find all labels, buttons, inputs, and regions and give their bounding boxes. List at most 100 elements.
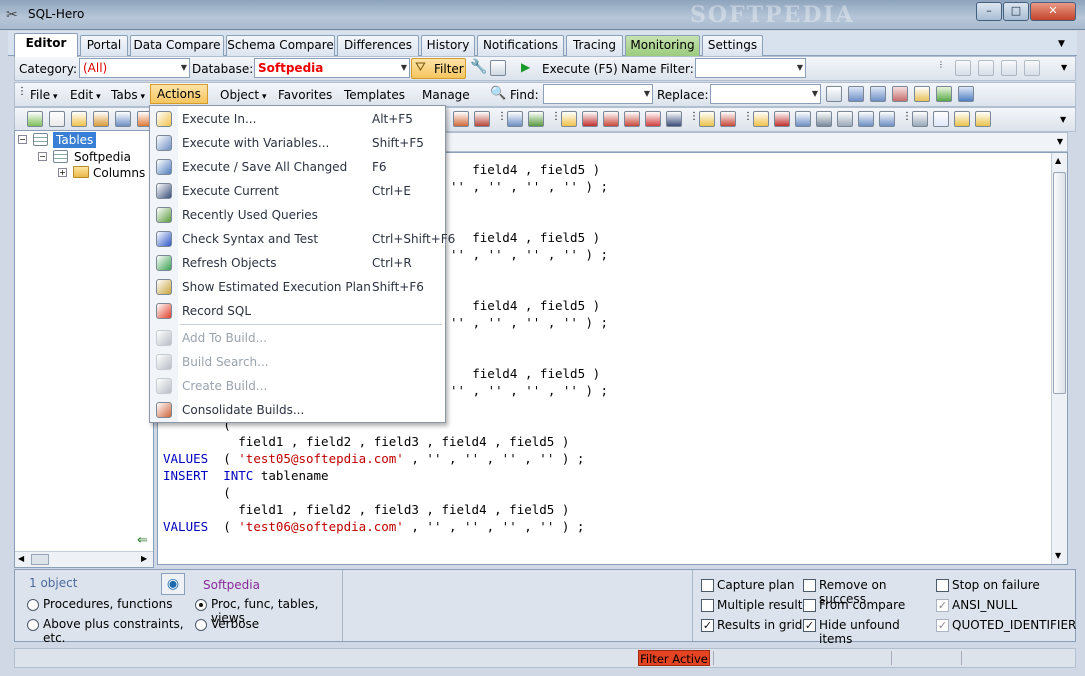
grid-icon[interactable] [115,111,131,127]
checkbox-box[interactable]: ✓ [701,619,714,632]
find-next-icon[interactable] [848,86,864,102]
checkbox-box[interactable]: ✓ [803,619,816,632]
toolbar-overflow-icon[interactable]: ▼ [1061,63,1067,72]
delete-icon[interactable] [582,111,598,127]
tree-hscrollbar[interactable]: ◀ ▶ [15,551,153,567]
remove-icon[interactable] [603,111,619,127]
highlight-icon[interactable] [914,86,930,102]
run-step-icon[interactable] [816,111,832,127]
tab-overflow-icon[interactable]: ▼ [1058,39,1065,49]
filter-button[interactable]: ⛛ Filter [411,58,466,79]
menu-item-execute-with-variables[interactable]: Execute with Variables... Shift+F5 [150,131,445,155]
tab-schema-compare[interactable]: Schema Compare [226,35,335,56]
radio-proc-func-tables[interactable]: Proc, func, tables, views [195,597,355,625]
menu-tabs[interactable]: Tabs ▾ [103,86,148,104]
scroll-down-icon[interactable]: ▼ [1055,551,1061,560]
editor-overflow-icon[interactable]: ▼ [1057,137,1063,146]
menu-actions[interactable]: Actions ▾ [150,84,208,121]
menu-item-check-syntax-and-test[interactable]: Check Syntax and Test Ctrl+Shift+F6 [150,227,455,251]
find-all-icon[interactable] [892,86,908,102]
scroll-up-icon[interactable]: ▲ [1055,156,1061,165]
tab-settings[interactable]: Settings [702,35,763,56]
tab-history[interactable]: History [421,35,475,56]
menu-item-recently-used-queries[interactable]: Recently Used Queries [150,203,445,227]
tab-portal[interactable]: Portal [80,35,128,56]
undo-icon[interactable] [774,111,790,127]
checkbox-box[interactable]: ✓ [936,619,949,632]
globe-icon[interactable]: ◉ [161,573,185,595]
nav-last-icon[interactable] [1024,60,1040,76]
nav-first-icon[interactable] [955,60,971,76]
paste-icon[interactable] [954,111,970,127]
radio-circle[interactable] [27,599,39,611]
menu-item-execute-in[interactable]: Execute In... Alt+F5 [150,107,445,131]
checkbox-from-compare[interactable]: From compare [803,598,933,614]
database-select[interactable]: Softpedia ▼ [254,58,410,78]
refresh-icon[interactable] [27,111,43,127]
upload-icon[interactable] [453,111,469,127]
name-filter-select[interactable]: ▼ [695,58,806,78]
radio-procedures[interactable]: Procedures, functions [27,597,187,613]
collapse-panel-icon[interactable]: ⇐ [137,533,148,548]
tab-tracing[interactable]: Tracing [566,35,623,56]
checkbox-box[interactable] [936,579,949,592]
tab-data-compare[interactable]: Data Compare [130,35,224,56]
tab-monitoring[interactable]: Monitoring [625,35,700,56]
tree-expand-icon[interactable]: + [58,168,67,177]
redo-icon[interactable] [795,111,811,127]
bookmark-icon[interactable] [936,86,952,102]
scroll-right-icon[interactable]: ▶ [141,554,147,563]
checkbox-hide-unfound-items[interactable]: ✓ Hide unfound items [803,618,933,646]
toolbar-overflow-icon[interactable]: ▼ [1060,115,1066,124]
tree-collapse-icon[interactable]: − [18,135,27,144]
checkbox-box[interactable]: ✓ [936,599,949,612]
checkbox-box[interactable] [701,599,714,612]
editor-scroll-thumb[interactable] [1053,172,1066,394]
menu-item-record-sql[interactable]: Record SQL [150,299,445,323]
play-icon[interactable]: ▶ [521,60,530,74]
checkbox-quoted-identifier[interactable]: ✓ QUOTED_IDENTIFIER [936,618,1076,634]
category-select[interactable]: (All) ▼ [79,58,190,78]
radio-circle[interactable] [195,599,207,611]
sql-icon[interactable] [49,111,65,127]
scroll-thumb[interactable] [31,554,49,565]
compare-icon[interactable] [528,111,544,127]
menu-file[interactable]: File ▾ [22,86,60,104]
remove-all-icon[interactable] [624,111,640,127]
properties-icon[interactable] [720,111,736,127]
script-icon[interactable] [879,111,895,127]
menu-item-consolidate-builds[interactable]: Consolidate Builds... [150,398,445,422]
replace-input[interactable]: ▼ [710,84,821,104]
radio-circle[interactable] [27,619,39,631]
radio-above-plus[interactable]: Above plus constraints, etc. [27,617,197,645]
close-button[interactable]: ✕ [1030,2,1076,21]
find-prev-icon[interactable] [870,86,886,102]
object-icon[interactable] [93,111,109,127]
download-icon[interactable] [474,111,490,127]
text-az-icon[interactable] [837,111,853,127]
tree-node-tables[interactable]: Tables [53,132,97,148]
cut-icon[interactable] [912,111,928,127]
radio-circle[interactable] [195,619,207,631]
menu-item-show-estimated-execution-plan[interactable]: Show Estimated Execution Plan Shift+F6 [150,275,445,299]
maximize-button[interactable]: □ [1003,2,1029,21]
tree-node-columns[interactable]: Columns [93,166,145,180]
menu-manage[interactable]: Manage ▾ [414,86,474,122]
delete-x-icon[interactable] [645,111,661,127]
format-icon[interactable] [858,111,874,127]
tab-editor[interactable]: Editor [14,33,78,57]
checkbox-remove-on-success[interactable]: Remove on success [803,578,933,606]
tree-node-softpedia[interactable]: Softpedia [74,150,131,164]
scroll-left-icon[interactable]: ◀ [18,554,24,563]
menu-object[interactable]: Object ▾ [212,86,267,104]
tab-differences[interactable]: Differences [337,35,419,56]
menu-favorites[interactable]: Favorites ▾ [270,86,333,122]
menu-item-refresh-objects[interactable]: Refresh Objects Ctrl+R [150,251,445,275]
new-doc-icon[interactable] [561,111,577,127]
open-script-icon[interactable] [71,111,87,127]
radio-verbose[interactable]: Verbose [195,617,295,633]
menu-item-execute-current[interactable]: Execute Current Ctrl+E [150,179,445,203]
help-icon[interactable] [699,111,715,127]
minimize-button[interactable]: – [976,2,1002,21]
nav-prev-icon[interactable] [978,60,994,76]
